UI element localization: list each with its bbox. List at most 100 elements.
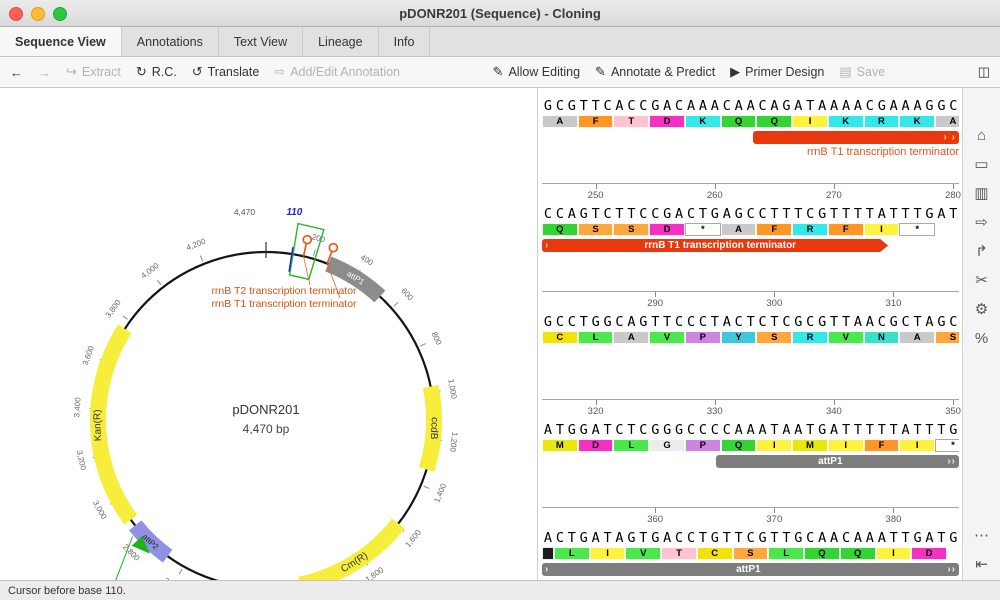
- extract-button[interactable]: ↪Extract: [66, 64, 121, 80]
- export-icon[interactable]: ⇨: [975, 215, 988, 230]
- split-view-icon[interactable]: ◫: [978, 64, 990, 80]
- scissors-icon[interactable]: ✂: [975, 273, 988, 288]
- chart-icon[interactable]: ▥: [974, 186, 988, 201]
- dna-sequence-line[interactable]: GCCTGGCAGTTCCCTACTCTCGCGTTAACGCTAGC: [542, 314, 959, 330]
- pencil-icon: ✎: [493, 64, 504, 80]
- dna-sequence-line[interactable]: GCGTTCACCGACAAACAACAGATAAAACGAAAGGC: [542, 98, 959, 114]
- minimize-button[interactable]: [31, 7, 45, 21]
- dna-sequence-line[interactable]: ATGGATCTCGGGCCCCAAATAATGATTTTTATTTG: [542, 422, 959, 438]
- annotation-bars: attP1››: [542, 454, 959, 470]
- plasmid-tick-label: 1,800: [364, 565, 386, 580]
- cursor-position-label: 110: [286, 207, 302, 218]
- save-button[interactable]: ▤ Save: [839, 64, 885, 80]
- status-bar: Cursor before base 110.: [0, 580, 1000, 600]
- plasmid-tick-label: 1,400: [432, 482, 448, 504]
- sequence-ruler: 360370380: [542, 507, 959, 530]
- plasmid-tick-label: 600: [399, 286, 415, 302]
- tab-annotations[interactable]: Annotations: [122, 27, 219, 56]
- plasmid-map-panel: 2004006008001,0001,2001,4001,6001,8002,0…: [0, 88, 538, 580]
- sequence-row: ACTGATAGTGACCTGTTCGTTGCAACAAATTGATGLIVTC…: [542, 530, 959, 580]
- toolbar-button-label: R.C.: [152, 65, 177, 79]
- terminator-label: rrnB T2 transcription terminator: [211, 285, 357, 297]
- sequence-ruler: 290300310: [542, 291, 959, 314]
- annotation-bar-attp1[interactable]: attP1››: [716, 455, 959, 468]
- terminator-marker-loop: [329, 244, 337, 252]
- plasmid-tick-label: 1,000: [446, 378, 458, 400]
- back-button[interactable]: ←: [10, 65, 23, 80]
- plasmid-tick: [200, 256, 202, 262]
- close-button[interactable]: [9, 7, 23, 21]
- save-icon: ▤: [839, 64, 851, 80]
- plasmid-name: pDONR201: [232, 402, 299, 417]
- annotation-bar-rrnb-t1-transcription-terminator[interactable]: ›rrnB T1 transcription terminator: [542, 239, 888, 252]
- gear-icon[interactable]: ⚙: [975, 302, 988, 317]
- send-to-icon[interactable]: ↱: [975, 244, 988, 259]
- tab-text-view[interactable]: Text View: [219, 27, 303, 56]
- plasmid-tick: [157, 280, 161, 285]
- plasmid-tick-label: 3,400: [72, 397, 82, 418]
- translation-line: LIVTCSLQQID: [542, 547, 959, 560]
- plasmid-tick: [179, 569, 182, 574]
- annotation-bar-rrnb-t1-transcription-terminator[interactable]: › ›: [753, 131, 959, 144]
- back-arrow-icon: ←: [10, 65, 23, 80]
- reverse-complement-button[interactable]: ↻R.C.: [136, 64, 177, 80]
- terminator-label: rrnB T1 transcription terminator: [211, 298, 357, 310]
- terminator-leader-line: [303, 256, 310, 285]
- primer-design-icon: ▶: [730, 64, 740, 80]
- plasmid-tick-label: 4,200: [185, 236, 207, 252]
- terminator-marker-loop: [303, 236, 311, 244]
- annotate-predict-button[interactable]: ✎Annotate & Predict: [595, 64, 715, 80]
- side-icon-strip: ⌂ ▭ ▥ ⇨ ↱ ✂ ⚙% ⋯ ⇤: [962, 88, 1000, 580]
- sequence-panel[interactable]: GCGTTCACCGACAAACAACAGATAAAACGAAAGGCAFTDK…: [538, 88, 962, 580]
- more-options-icon[interactable]: ⋯: [974, 528, 989, 543]
- plasmid-tick-label: 1,200: [448, 431, 459, 452]
- allow-editing-button[interactable]: ✎Allow Editing: [493, 64, 580, 80]
- annotation-bars: › ›: [542, 130, 959, 146]
- sequence-row: ATGGATCTCGGGCCCCAAATAATGATTTTTATTTGMDLGP…: [542, 422, 959, 530]
- primer-design-button[interactable]: ▶ Primer Design: [730, 64, 824, 80]
- translation-line: QSSD*AFRFI*: [542, 223, 959, 236]
- plasmid-feature-label: ccdB: [428, 417, 440, 440]
- plasmid-tick: [424, 486, 430, 488]
- tab-lineage[interactable]: Lineage: [303, 27, 379, 56]
- main-area: 2004006008001,0001,2001,4001,6001,8002,0…: [0, 88, 1000, 580]
- plasmid-tick-label: 200: [311, 232, 327, 245]
- terminator-marker[interactable]: [303, 244, 306, 257]
- tab-info[interactable]: Info: [379, 27, 431, 56]
- translate-button[interactable]: ↺Translate: [192, 64, 260, 80]
- plasmid-tick-label: 1,600: [403, 528, 423, 550]
- sequence-ruler: 250260270280: [542, 183, 959, 206]
- annotation-bars: ›rrnB T1 transcription terminator: [542, 238, 959, 254]
- sequence-row: GCGTTCACCGACAAACAACAGATAAAACGAAAGGCAFTDK…: [542, 98, 959, 206]
- percent-icon[interactable]: %: [975, 331, 988, 346]
- plasmid-tick: [420, 344, 425, 347]
- home-icon[interactable]: ⌂: [977, 128, 986, 143]
- dna-sequence-line[interactable]: CCAGTCTTCCGACTGAGCCTTTCGTTTTATTTGAT: [542, 206, 959, 222]
- title-bar: pDONR201 (Sequence) - Cloning: [0, 0, 1000, 27]
- translation-line: MDLGPQIMIFI*: [542, 439, 959, 452]
- plasmid-tick-label: 3,800: [104, 298, 123, 320]
- toolbar: ← → ↪Extract ↻R.C. ↺Translate ⇨Add/Edit Annot…: [0, 57, 1000, 88]
- plasmid-feature-label: Kan(R): [92, 409, 104, 441]
- plasmid-map[interactable]: 2004006008001,0001,2001,4001,6001,8002,0…: [0, 88, 537, 580]
- add-edit-annotation-button[interactable]: ⇨Add/Edit Annotation: [274, 64, 400, 80]
- plasmid-tick: [123, 316, 128, 320]
- forward-arrow-icon: →: [38, 65, 51, 80]
- toolbar-button-label: Add/Edit Annotation: [290, 65, 400, 79]
- annotation-bar-attp1[interactable]: ›attP1››: [542, 563, 959, 576]
- dna-sequence-line[interactable]: ACTGATAGTGACCTGTTCGTTGCAACAAATTGATG: [542, 530, 959, 546]
- zoom-button[interactable]: [53, 7, 67, 21]
- tab-bar: Sequence ViewAnnotationsText ViewLineage…: [0, 27, 1000, 57]
- toolbar-button-label: Primer Design: [745, 65, 824, 79]
- collapse-panel-icon[interactable]: ⇤: [975, 557, 988, 572]
- forward-button[interactable]: →: [38, 65, 51, 80]
- plasmid-size: 4,470 bp: [243, 422, 290, 436]
- app-window: pDONR201 (Sequence) - Cloning Sequence V…: [0, 0, 1000, 600]
- toolbar-button-label: Save: [857, 65, 886, 79]
- plasmid-tick-label: 800: [430, 330, 444, 346]
- comment-icon[interactable]: ▭: [974, 157, 988, 172]
- tab-sequence-view[interactable]: Sequence View: [0, 27, 122, 56]
- plasmid-tick-label: 3,200: [75, 449, 88, 471]
- window-controls: [9, 7, 67, 21]
- annotation-label: rrnB T1 transcription terminator: [807, 146, 959, 158]
